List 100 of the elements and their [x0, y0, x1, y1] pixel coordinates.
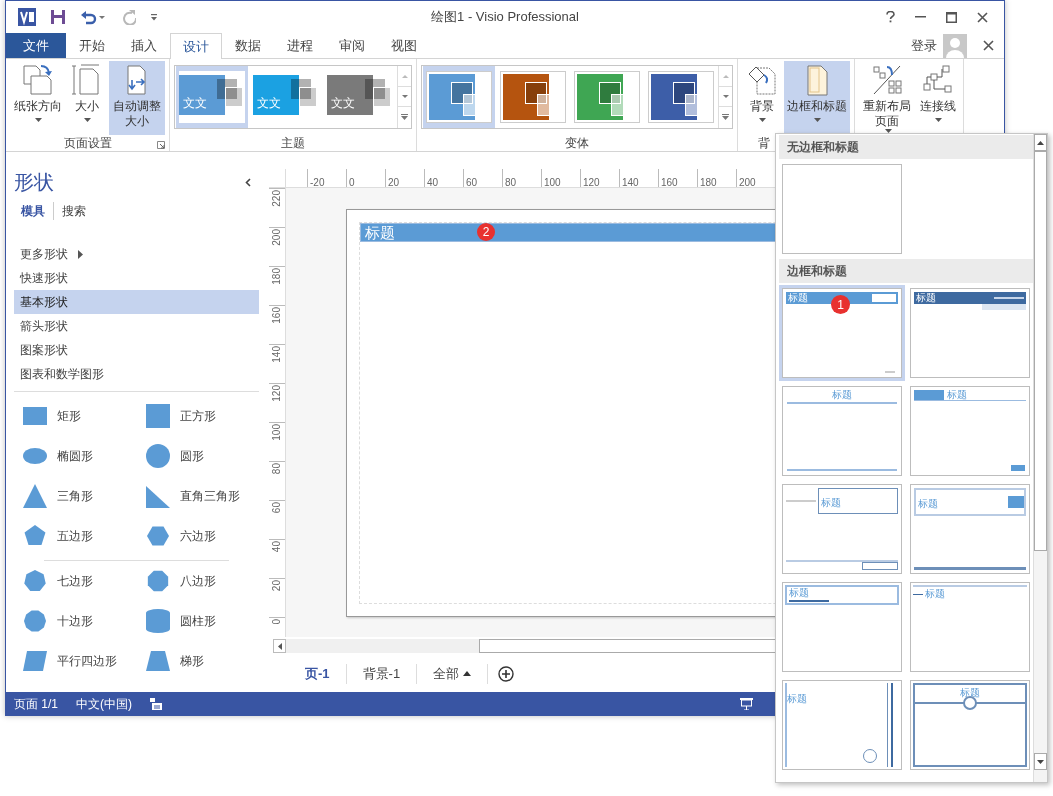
ribbon-tab[interactable]: 插入	[118, 33, 170, 59]
thumbnail-title: 标题	[832, 390, 852, 400]
shape-item[interactable]: 五边形	[14, 516, 137, 557]
thumbnail-title: 标题	[787, 693, 807, 704]
panel-tab[interactable]: 模具	[14, 202, 53, 221]
scroll-down-button[interactable]	[1034, 753, 1047, 770]
window-title: 绘图1 - Visio Professional	[431, 8, 579, 27]
border-style-option[interactable]: 标题 1	[779, 285, 905, 381]
close-icon[interactable]	[983, 40, 994, 52]
ribbon-button[interactable]: 自动调整大小	[109, 61, 165, 136]
shape-item[interactable]: 三角形	[14, 476, 137, 517]
dialog-launcher-icon[interactable]	[157, 141, 165, 150]
group-label: 主题	[281, 137, 305, 150]
ruler-label: 160	[271, 306, 283, 327]
undo-icon[interactable]	[80, 9, 106, 26]
shape-item[interactable]: 十边形	[14, 601, 137, 642]
sign-in-link[interactable]: 登录	[911, 36, 937, 56]
page-tab[interactable]: 背景-1	[348, 664, 415, 684]
macro-recording-icon[interactable]	[150, 697, 162, 710]
date-block	[872, 294, 896, 302]
shape-item[interactable]: 八边形	[136, 561, 259, 602]
ribbon-button[interactable]: 连接线	[917, 61, 959, 136]
stencil-item[interactable]: 图案形状	[14, 338, 259, 363]
theme-sample-text: 文文	[183, 97, 207, 110]
ribbon-button[interactable]: 重新布局页面	[859, 61, 915, 136]
thumbnail-title: 标题	[821, 497, 841, 508]
ribbon-tab[interactable]: 审阅	[326, 33, 378, 59]
ribbon-button[interactable]: 边框和标题	[784, 61, 850, 136]
ruler-label: 80	[505, 177, 517, 188]
variant-thumbnail[interactable]	[423, 66, 495, 129]
caret-icon	[34, 118, 42, 123]
close-icon[interactable]	[977, 11, 988, 23]
thumbnail-title: 标题	[960, 688, 980, 698]
panel-tab[interactable]: 搜索	[53, 202, 94, 221]
stencil-item[interactable]: 快速形状	[14, 266, 259, 291]
shape-item[interactable]: 直角三角形	[136, 476, 259, 517]
collapse-chevron-icon[interactable]	[245, 177, 251, 187]
stencil-item[interactable]: 基本形状	[14, 290, 259, 315]
border-style-option[interactable]: 标题	[907, 285, 1033, 381]
stencil-item[interactable]: 图表和数学图形	[14, 362, 259, 387]
ruler-label: 40	[427, 177, 439, 188]
ruler-label: 120	[583, 177, 600, 188]
scroll-left-button[interactable]	[273, 639, 286, 654]
shape-item[interactable]: 梯形	[136, 641, 259, 682]
section-heading: 无边框和标题	[779, 135, 1033, 159]
ribbon-button[interactable]: 大小	[67, 61, 107, 136]
expand-gallery-icon	[722, 113, 729, 120]
dash-line	[913, 593, 923, 595]
circle-shape-icon	[144, 444, 171, 469]
ruler-label: 200	[739, 177, 756, 188]
ribbon-tab[interactable]: 视图	[378, 33, 430, 59]
scroll-up-button[interactable]	[1034, 134, 1047, 151]
ruler-label: 0	[349, 177, 355, 188]
ribbon-button[interactable]: 纸张方向	[11, 61, 65, 136]
thumbnail-title: 标题	[788, 293, 808, 303]
minimize-icon[interactable]	[915, 16, 926, 19]
ruler-label: 20	[388, 177, 400, 188]
shape-item[interactable]: 椭圆形	[14, 436, 137, 477]
page-tab[interactable]: 全部	[419, 664, 486, 684]
stencil-item[interactable]: 箭头形状	[14, 314, 259, 339]
ruler-label: 100	[544, 177, 561, 188]
page-tab[interactable]: 页-1	[291, 664, 344, 684]
stencil-item[interactable]: 更多形状	[14, 242, 259, 267]
customize-icon[interactable]	[150, 13, 158, 22]
ribbon-tab[interactable]: 文件	[6, 33, 66, 59]
ribbon-tab[interactable]: 设计	[170, 33, 222, 60]
scrollbar-thumb[interactable]	[1034, 151, 1047, 551]
date-line	[994, 297, 1024, 299]
shape-item[interactable]: 正方形	[136, 396, 259, 437]
presentation-icon[interactable]	[740, 697, 753, 710]
caret-icon	[758, 118, 766, 123]
subtitle-block	[982, 304, 1026, 310]
shape-item[interactable]: 六边形	[136, 516, 259, 557]
section-heading: 边框和标题	[779, 259, 1033, 283]
ribbon-tab[interactable]: 数据	[222, 33, 274, 59]
add-page-icon[interactable]	[498, 665, 515, 682]
shape-item[interactable]: 圆形	[136, 436, 259, 477]
thumbnail-title: 标题	[916, 293, 936, 303]
circle-ornament	[963, 696, 977, 710]
ruler-label: 180	[700, 177, 717, 188]
maximize-icon[interactable]	[946, 11, 957, 23]
shape-item[interactable]: 平行四边形	[14, 641, 137, 682]
ruler-label: 60	[466, 177, 478, 188]
shape-item[interactable]: 圆柱形	[136, 601, 259, 642]
shape-item[interactable]: 矩形	[14, 396, 137, 437]
app-logo-icon[interactable]	[18, 8, 36, 27]
date-block	[914, 390, 944, 400]
submenu-arrow-icon	[78, 249, 83, 259]
shape-item[interactable]: 七边形	[14, 561, 137, 602]
ribbon-tab[interactable]: 进程	[274, 33, 326, 59]
ribbon-button[interactable]: 背景	[742, 61, 782, 136]
caret-up-icon	[463, 671, 472, 677]
page-number-box	[862, 562, 898, 570]
help-icon[interactable]	[886, 11, 895, 24]
date-line	[786, 500, 816, 502]
ruler-label: 160	[661, 177, 678, 188]
caret-up-icon	[401, 74, 408, 78]
ribbon-tab[interactable]: 开始	[66, 33, 118, 59]
ruler-label: 180	[271, 267, 283, 288]
ruler-label: 100	[271, 423, 283, 444]
